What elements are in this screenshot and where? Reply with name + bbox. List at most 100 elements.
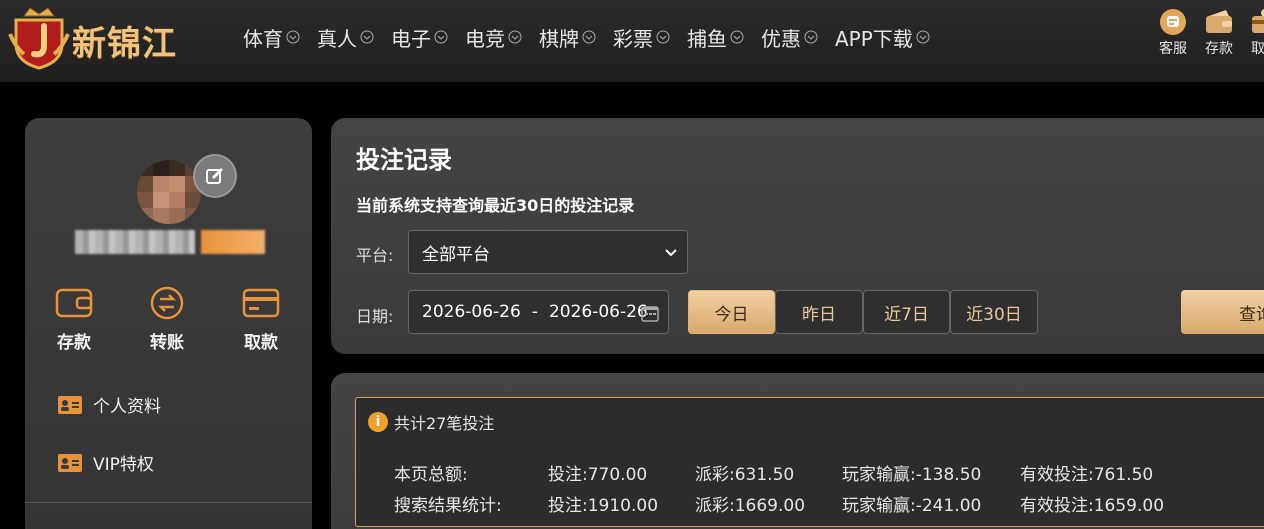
range-30days-button[interactable]: 近30日 [950,290,1038,334]
summary-winloss: 玩家输赢:-241.00 [842,496,982,516]
summary-valid-bet: 有效投注:761.50 [1020,465,1154,485]
sidebar-withdraw-button[interactable]: 取款 [226,286,296,353]
customer-service-button[interactable]: 客服 [1150,8,1196,58]
chevron-down-circle-icon [916,30,930,44]
chevron-down-circle-icon [804,30,818,44]
top-action-label: 存款 [1205,41,1233,57]
chevron-down-circle-icon [286,30,300,44]
nav-item-label: 捕鱼 [687,26,727,51]
nav-item-lottery[interactable]: 彩票 [613,22,670,52]
top-header: 新锦江 体育 真人 电子 电竞 棋牌 彩票 捕鱼 优惠 APP下载 客服 存款 … [0,0,1264,82]
chevron-down-circle-icon [360,30,374,44]
brand-name: 新锦江 [72,24,177,64]
summary-valid-bet: 有效投注:1659.00 [1020,496,1165,516]
sidebar-item-vip[interactable]: VIP特权 [57,450,154,475]
summary-bet: 投注:770.00 [548,465,648,485]
nav-item-promotions[interactable]: 优惠 [761,22,818,52]
user-sidebar: 存款 转账 取款 个人资料 VIP特权 [25,118,312,529]
page-title: 投注记录 [356,146,452,174]
wallet-icon [1206,10,1232,33]
range-button-label: 今日 [714,304,749,325]
wallet-icon [55,288,93,318]
quick-action-label: 取款 [244,333,278,353]
nav-item-label: 棋牌 [539,26,579,51]
sidebar-deposit-button[interactable]: 存款 [39,286,109,353]
nav-item-app-download[interactable]: APP下载 [835,22,930,52]
summary-box: i 共计27笔投注 本页总额: 投注:770.00 派彩:631.50 玩家输赢… [355,397,1264,527]
platform-select[interactable]: 全部平台 [408,230,688,274]
sidebar-item-label: VIP特权 [93,455,154,475]
date-range-input[interactable]: 2026-06-26 - 2026-06-26 [408,290,669,334]
customer-service-icon [1160,9,1186,35]
nav-item-esports[interactable]: 电竞 [465,22,522,52]
vip-level-badge-blurred [201,230,265,254]
top-action-label: 客服 [1159,41,1187,57]
summary-title: i 共计27笔投注 [368,410,494,434]
summary-payout: 派彩:1669.00 [695,496,806,516]
nav-item-fishing[interactable]: 捕鱼 [687,22,744,52]
transfer-icon [150,286,184,320]
nav-item-label: 电竞 [465,26,505,51]
chevron-down-circle-icon [656,30,670,44]
nav-item-label: 体育 [243,26,283,51]
range-button-label: 昨日 [802,304,836,325]
platform-select-value: 全部平台 [422,244,490,265]
platform-label: 平台: [356,246,394,265]
nav-item-label: 彩票 [613,26,653,51]
header-actions: 客服 存款 取款 [1150,8,1264,58]
summary-payout: 派彩:631.50 [695,465,795,485]
vip-card-icon [58,453,82,472]
nav-item-live[interactable]: 真人 [317,22,374,52]
query-button-label: 查询 [1239,304,1264,325]
crown-shield-icon [8,7,70,70]
range-7days-button[interactable]: 近7日 [863,290,950,334]
summary-row-label: 搜索结果统计: [394,496,502,516]
deposit-button[interactable]: 存款 [1196,8,1242,58]
date-start: 2026-06-26 [422,302,521,322]
range-yesterday-button[interactable]: 昨日 [775,290,863,334]
sidebar-transfer-button[interactable]: 转账 [132,286,202,353]
date-separator: - [531,302,538,322]
avatar[interactable] [137,160,201,224]
sidebar-item-label: 个人资料 [93,397,161,417]
id-card-icon [58,395,82,414]
nav-item-sports[interactable]: 体育 [243,22,300,52]
username-blurred [75,230,195,254]
bet-results-panel: i 共计27笔投注 本页总额: 投注:770.00 派彩:631.50 玩家输赢… [331,373,1264,529]
range-button-label: 近30日 [966,304,1022,325]
sidebar-divider [25,502,312,503]
nav-item-label: 电子 [391,26,431,51]
chevron-down-circle-icon [434,30,448,44]
nav-item-label: APP下载 [835,26,913,51]
summary-winloss: 玩家输赢:-138.50 [842,465,982,485]
edit-icon [206,167,224,184]
withdraw-button[interactable]: 取款 [1242,8,1264,58]
chevron-down-circle-icon [582,30,596,44]
range-today-button[interactable]: 今日 [688,290,775,334]
date-end: 2026-06-26 [548,302,648,322]
nav-item-slots[interactable]: 电子 [391,22,448,52]
withdraw-icon [1252,9,1264,33]
sidebar-item-profile[interactable]: 个人资料 [57,392,161,417]
page-subtitle: 当前系统支持查询最近30日的投注记录 [356,196,635,215]
nav-item-cards[interactable]: 棋牌 [539,22,596,52]
total-bets-count: 共计27笔投注 [394,414,495,433]
query-button[interactable]: 查询 [1181,290,1264,334]
summary-row-label: 本页总额: [394,465,468,485]
bet-record-filter-panel: 投注记录 当前系统支持查询最近30日的投注记录 平台: 全部平台 日期: 202… [331,118,1264,354]
brand-logo[interactable]: 新锦江 [8,4,208,74]
quick-action-label: 存款 [57,333,91,353]
card-icon [242,288,280,318]
main-nav: 体育 真人 电子 电竞 棋牌 彩票 捕鱼 优惠 APP下载 [243,22,947,52]
top-action-label: 取款 [1251,41,1264,57]
summary-bet: 投注:1910.00 [548,496,659,516]
range-button-label: 近7日 [884,304,929,325]
quick-action-label: 转账 [150,333,184,353]
chevron-down-icon [665,249,677,257]
nav-item-label: 优惠 [761,26,801,51]
chevron-down-circle-icon [730,30,744,44]
nav-item-label: 真人 [317,26,357,51]
calendar-icon [641,306,659,322]
edit-avatar-button[interactable] [193,154,237,198]
chevron-down-circle-icon [508,30,522,44]
